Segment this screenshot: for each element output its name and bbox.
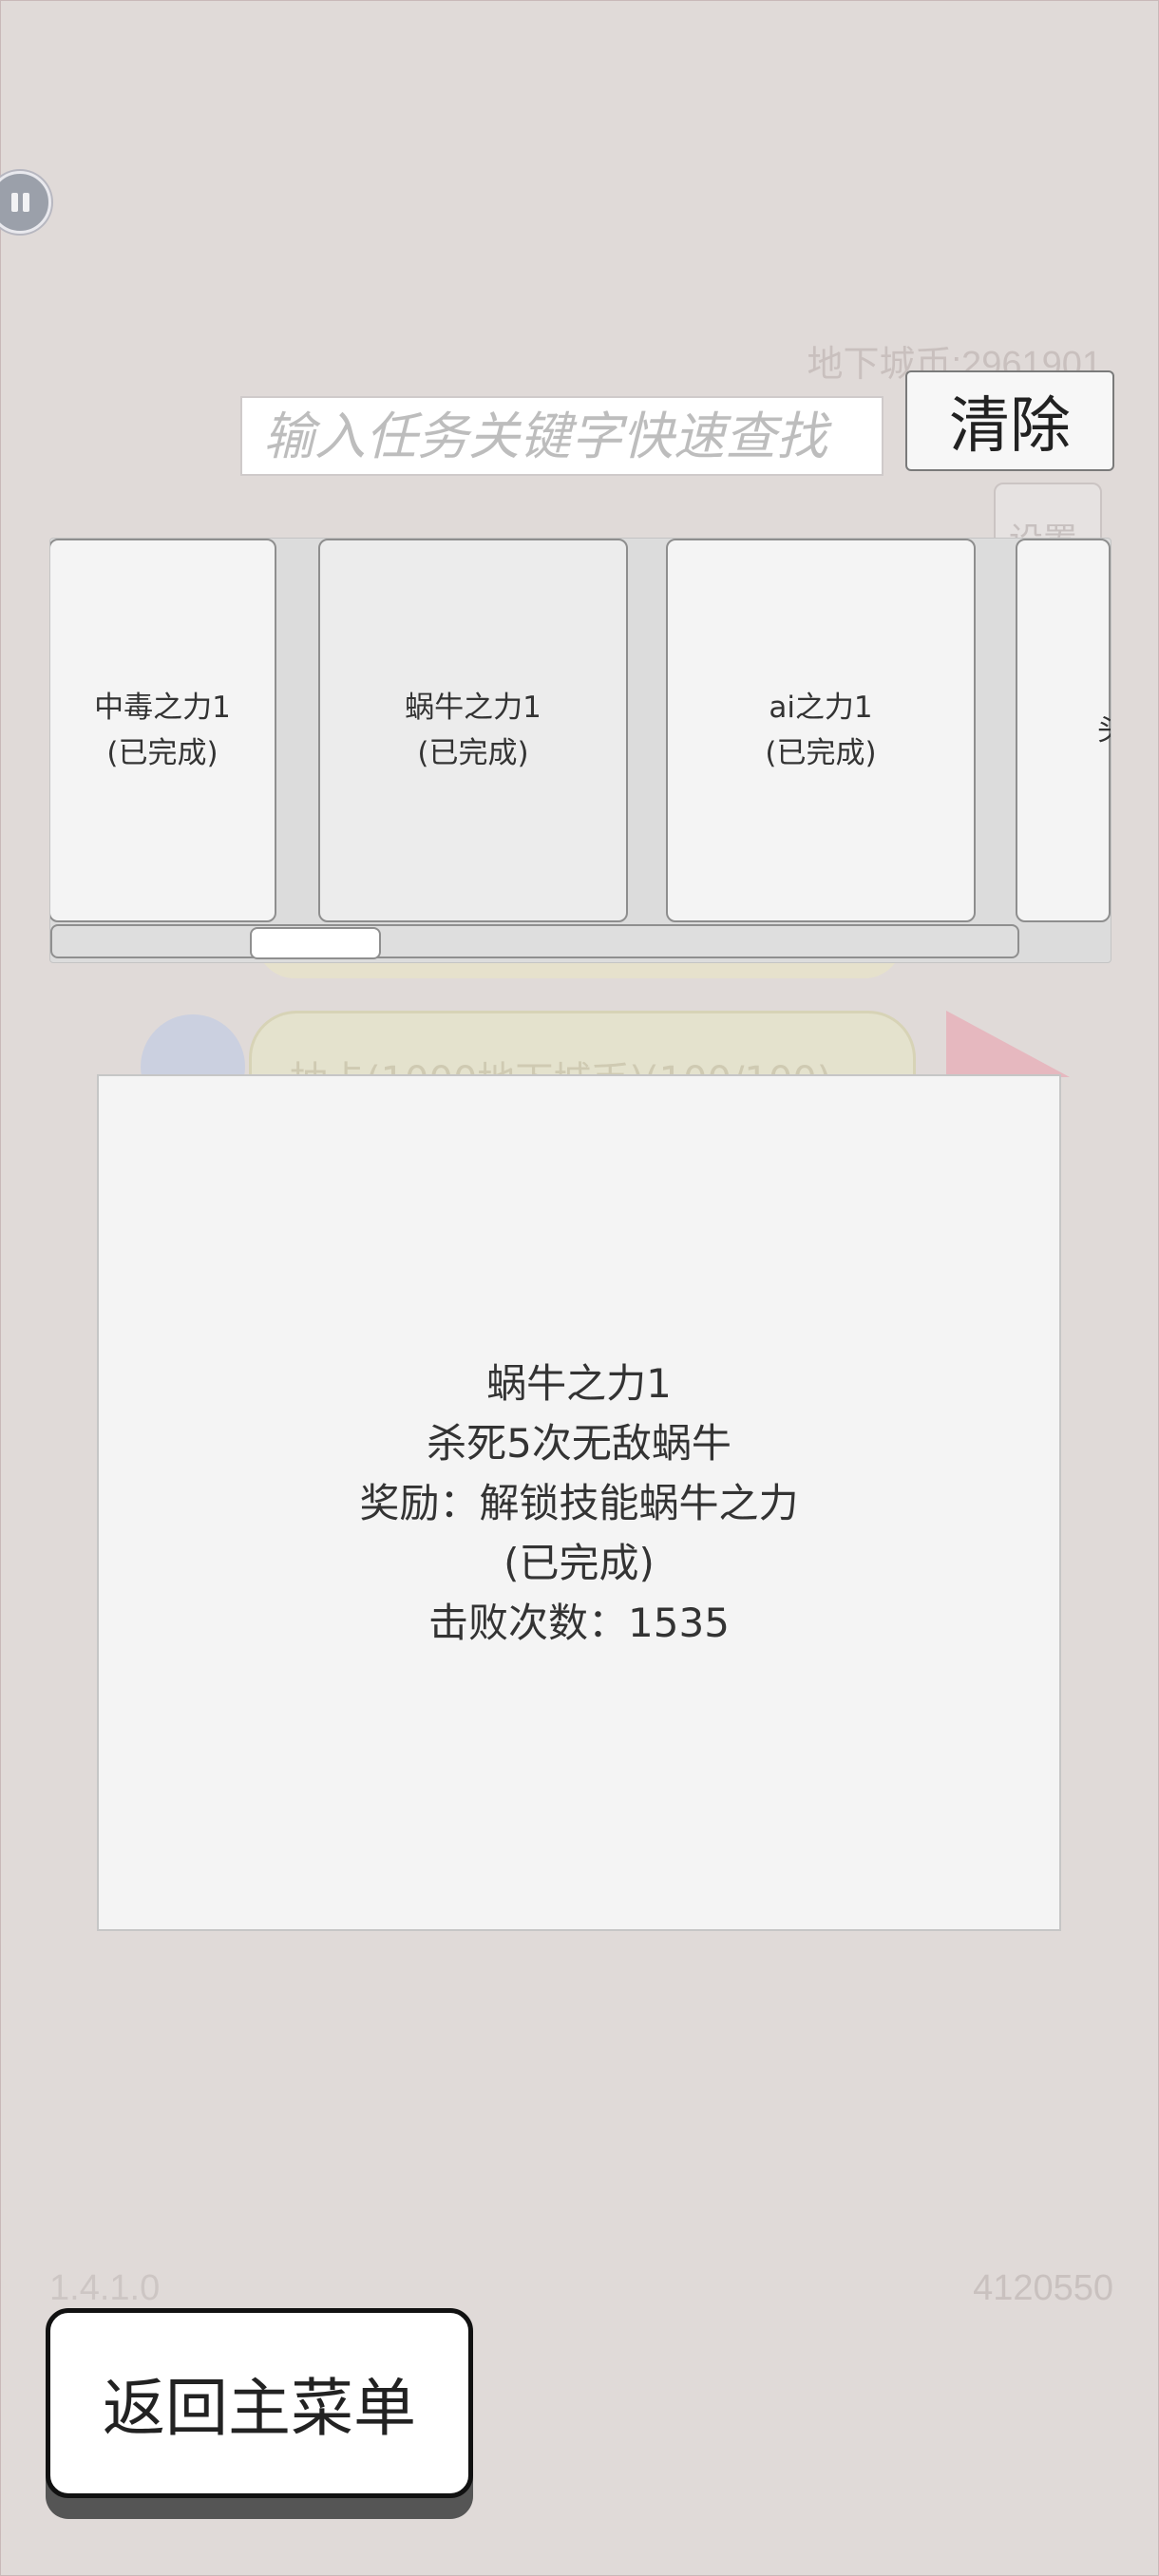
build-number: 4120550 [973,2268,1113,2308]
task-card-status: (已完成) [106,736,218,770]
pause-icon [11,193,18,212]
background-flag [946,1011,1070,1077]
version-label: 1.4.1.0 [49,2268,161,2308]
detail-reward: 奖励：解锁技能蜗牛之力 [359,1479,799,1526]
clear-button[interactable]: 清除 [905,370,1114,471]
task-card-strip[interactable]: 中毒之力1 (已完成) 蜗牛之力1 (已完成) ai之力1 (已完成) 头 [49,538,1112,963]
detail-kill-count: 击败次数：1535 [428,1599,730,1646]
task-card-status: (已完成) [765,736,877,770]
detail-title: 蜗牛之力1 [486,1359,672,1407]
task-card-name: 蜗牛之力1 [405,691,542,725]
task-card-name: ai之力1 [769,691,873,725]
detail-status: (已完成) [504,1539,655,1586]
horizontal-scrollbar[interactable] [50,924,1019,959]
task-card-name: 头 [1097,708,1111,753]
task-card[interactable]: 头 [1016,539,1111,922]
task-search-input[interactable] [240,396,884,476]
task-card[interactable]: ai之力1 (已完成) [666,539,976,922]
scrollbar-thumb[interactable] [250,927,381,959]
task-card-status: (已完成) [417,736,529,770]
task-detail-panel: 蜗牛之力1 杀死5次无敌蜗牛 奖励：解锁技能蜗牛之力 (已完成) 击败次数：15… [97,1074,1061,1931]
task-card-selected[interactable]: 蜗牛之力1 (已完成) [318,539,628,922]
detail-description: 杀死5次无敌蜗牛 [427,1419,732,1467]
task-card[interactable]: 中毒之力1 (已完成) [50,539,276,922]
task-card-name: 中毒之力1 [94,691,231,725]
back-to-main-menu-button[interactable]: 返回主菜单 [46,2308,473,2498]
